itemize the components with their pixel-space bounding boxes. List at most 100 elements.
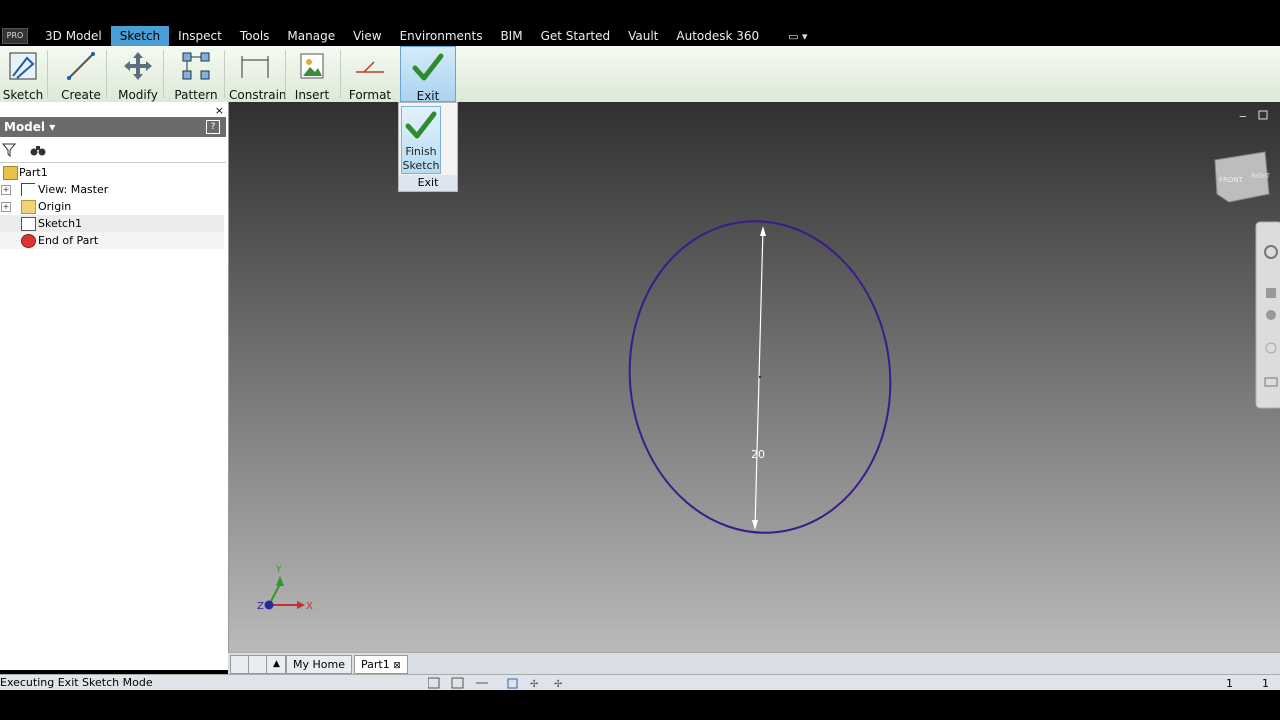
tab-bim[interactable]: BIM: [491, 26, 531, 46]
move-icon: [122, 50, 154, 82]
pro-badge[interactable]: PRO: [2, 28, 28, 44]
tab-part1[interactable]: Part1 ⊠: [354, 655, 408, 674]
sketch-canvas[interactable]: 20 Y X Z FRONT RIGHT ‒: [229, 102, 1280, 652]
line-icon: [65, 50, 97, 82]
menu-tabs: PRO 3D Model Sketch Inspect Tools Manage…: [0, 26, 1280, 46]
close-icon[interactable]: ×: [215, 104, 224, 117]
page-count-b: 1: [1262, 677, 1269, 690]
window-list-icon[interactable]: ▲: [266, 655, 286, 674]
ribbon-separator: [106, 50, 107, 98]
constrain-button-label: Constrain: [229, 88, 287, 102]
tab-manage[interactable]: Manage: [278, 26, 344, 46]
constrain-button[interactable]: Constrain: [229, 46, 287, 102]
tree-label: End of Part: [38, 234, 99, 247]
sketch-icon: [7, 50, 39, 82]
status-text: Executing Exit Sketch Mode: [0, 676, 153, 689]
tab-view[interactable]: View: [344, 26, 390, 46]
arrow-head-bottom: [752, 520, 758, 530]
format-icon: [354, 50, 386, 82]
restore-icon[interactable]: [1258, 110, 1268, 120]
tab-3d-model[interactable]: 3D Model: [36, 26, 111, 46]
tab-environments[interactable]: Environments: [391, 26, 492, 46]
zoom-icon[interactable]: [1266, 310, 1276, 320]
pattern-button[interactable]: Pattern: [172, 46, 220, 102]
document-tabs: ▲ My Home Part1 ⊠: [228, 652, 1280, 675]
checkmark-icon: [405, 111, 437, 139]
modify-button-label: Modify: [118, 88, 158, 102]
find-icon[interactable]: [30, 143, 46, 157]
pan-icon[interactable]: [1266, 288, 1276, 298]
tree-item-part1[interactable]: Part1: [0, 164, 224, 181]
x-label: X: [306, 601, 313, 612]
arrow-head-top: [760, 226, 766, 236]
tree-label: Origin: [38, 200, 72, 213]
tab-inspect[interactable]: Inspect: [169, 26, 231, 46]
finish-label-line1: Finish: [405, 145, 437, 158]
ribbon: Sketch Create Modify Pattern Constrain I…: [0, 46, 1280, 103]
viewcube-right-label: RIGHT: [1251, 173, 1270, 180]
tree-item-end-of-part[interactable]: End of Part: [0, 232, 224, 249]
center-point[interactable]: [758, 375, 762, 379]
svg-text:✢: ✢: [554, 679, 562, 689]
tab-get-started[interactable]: Get Started: [532, 26, 620, 46]
y-arrow: [276, 576, 284, 586]
modify-button[interactable]: Modify: [116, 46, 160, 102]
viewcube-front-label: FRONT: [1219, 176, 1244, 184]
tree-item-sketch1[interactable]: Sketch1: [0, 215, 224, 232]
z-axis-dot: [264, 600, 274, 610]
format-button[interactable]: Format: [348, 46, 392, 102]
y-label: Y: [275, 565, 282, 575]
tab-autodesk-360[interactable]: Autodesk 360: [667, 26, 768, 46]
sketch-button[interactable]: Sketch: [2, 46, 44, 102]
checkmark-icon: [412, 51, 444, 83]
create-button-label: Create: [61, 88, 101, 102]
tab-my-home[interactable]: My Home: [286, 655, 352, 674]
browser-title[interactable]: Model ▾: [4, 120, 55, 134]
video-tab-icon[interactable]: ▭ ▾: [788, 30, 807, 43]
finish-label-line2: Sketch: [402, 159, 440, 172]
tab-tools[interactable]: Tools: [231, 26, 279, 46]
expand-icon[interactable]: +: [1, 185, 11, 195]
help-icon[interactable]: ?: [206, 120, 220, 134]
tab-sketch[interactable]: Sketch: [110, 26, 170, 46]
bottom-letterbox: [0, 690, 1280, 720]
exit-button-label: Exit: [416, 89, 440, 103]
ribbon-separator: [224, 50, 225, 98]
browser-header: Model ▾ ?: [0, 117, 226, 137]
end-of-part-icon: [21, 234, 36, 248]
expand-icon[interactable]: +: [1, 202, 11, 212]
pattern-button-label: Pattern: [174, 88, 218, 102]
status-bar: Executing Exit Sketch Mode ✢ ✢ 1 1: [0, 674, 1280, 691]
dimension-icon: [239, 50, 271, 82]
z-label: Z: [257, 601, 264, 612]
browser-toolbar: [0, 138, 226, 163]
insert-button-label: Insert: [294, 88, 330, 102]
model-browser: × Model ▾ ? Part1 + View: Master + Origi…: [0, 102, 229, 670]
create-button[interactable]: Create: [58, 46, 104, 102]
tab-part1-label: Part1: [361, 658, 390, 671]
view-icon: [21, 183, 35, 196]
insert-button[interactable]: Insert: [292, 46, 332, 102]
graphics-viewport[interactable]: 20 Y X Z FRONT RIGHT ‒: [229, 102, 1280, 652]
diameter-dimension-line[interactable]: [754, 227, 764, 529]
exit-panel-label: Exit: [399, 175, 457, 191]
tree-label: Part1: [19, 166, 48, 179]
filter-icon[interactable]: [2, 143, 16, 157]
tree-item-origin[interactable]: + Origin: [0, 198, 224, 215]
x-arrow: [297, 601, 305, 609]
status-toolbar-icons[interactable]: ✢ ✢: [428, 677, 578, 689]
svg-text:✢: ✢: [530, 679, 538, 689]
exit-dropdown-panel: Finish Sketch Exit: [398, 102, 458, 192]
sketch-button-label: Sketch: [2, 88, 44, 102]
close-tab-icon[interactable]: ⊠: [393, 661, 401, 671]
tree-label: Sketch1: [38, 217, 83, 230]
finish-sketch-button[interactable]: Finish Sketch: [401, 106, 441, 174]
folder-icon: [21, 200, 36, 214]
pattern-icon: [180, 50, 212, 82]
minimize-icon[interactable]: ‒: [1239, 109, 1247, 123]
dimension-value[interactable]: 20: [751, 448, 765, 461]
tree-item-view-master[interactable]: + View: Master: [0, 181, 224, 198]
ribbon-separator: [285, 50, 286, 98]
tab-vault[interactable]: Vault: [619, 26, 667, 46]
exit-button[interactable]: Exit: [400, 46, 456, 103]
